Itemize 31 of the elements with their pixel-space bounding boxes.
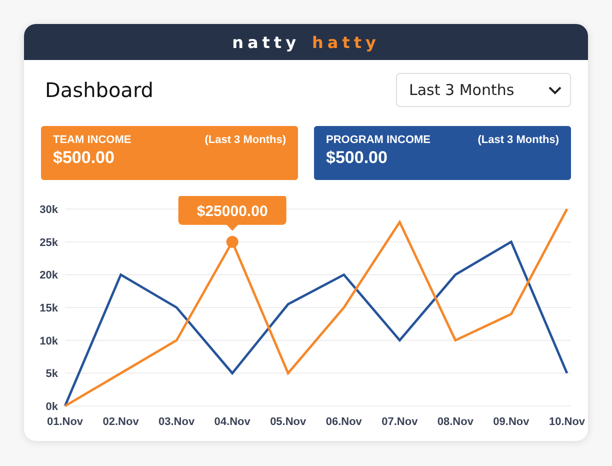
card-amount: $500.00 [326,148,388,168]
annotation: $25000.00 [196,202,268,220]
x-axis-label: 05.Nov [270,416,306,428]
x-axis-label: 08.Nov [437,416,474,428]
y-axis-label: 15k [40,302,58,314]
value-tooltip: $25000.00 [178,196,286,231]
logo-text: hatty [312,32,380,52]
x-axis-label: 01.Nov [46,416,84,428]
y-axis-label: 10k [40,335,58,348]
y-axis-label: 0k [46,401,58,413]
chevron-down-icon [548,86,562,94]
card-period: (Last 3 Months) [204,134,286,146]
x-axis-label: 03.Nov [158,416,195,428]
x-axis-label: 09.Nov [493,416,530,428]
logo-text: natty [232,32,300,52]
x-axis-label: 07.Nov [382,416,418,428]
card-label: PROGRAM INCOME [326,134,430,146]
x-axis-label: 02.Nov [102,416,139,428]
x-axis-label: 06.Nov [326,416,362,428]
y-axis-label: 30k [40,204,58,216]
card-label: TEAM INCOME [53,134,132,146]
card-period: (Last 3 Months) [478,134,559,146]
data-point [226,236,238,248]
y-axis-label: 25k [40,236,58,249]
y-axis-label: 5k [46,368,58,380]
y-axis-label: 20k [40,270,58,282]
period-dropdown[interactable]: Last 3 Months [396,73,571,107]
x-axis-label: 04.Nov [214,416,250,428]
card-amount: $500.00 [53,148,116,168]
x-axis-label: 10.Nov [548,416,586,428]
page-title: Dashboard [45,78,154,102]
